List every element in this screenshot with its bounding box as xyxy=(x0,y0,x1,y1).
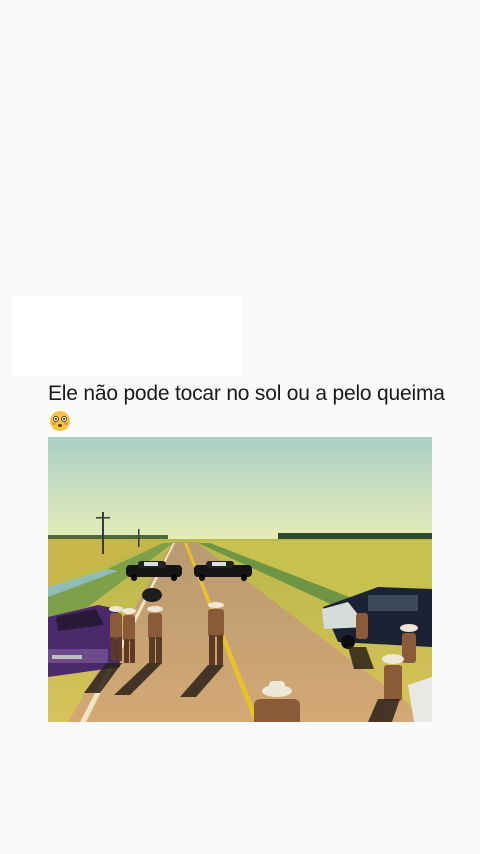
white-overlay-block xyxy=(12,296,242,376)
post-image[interactable] xyxy=(48,437,432,722)
page: Ele não pode tocar no sol ou a pelo quei… xyxy=(0,0,480,854)
caption-text: Ele não pode tocar no sol ou a pelo quei… xyxy=(48,382,445,405)
flushed-face-icon xyxy=(50,411,70,431)
post-caption: Ele não pode tocar no sol ou a pelo quei… xyxy=(48,380,448,436)
roadblock-scene-image xyxy=(48,437,432,722)
